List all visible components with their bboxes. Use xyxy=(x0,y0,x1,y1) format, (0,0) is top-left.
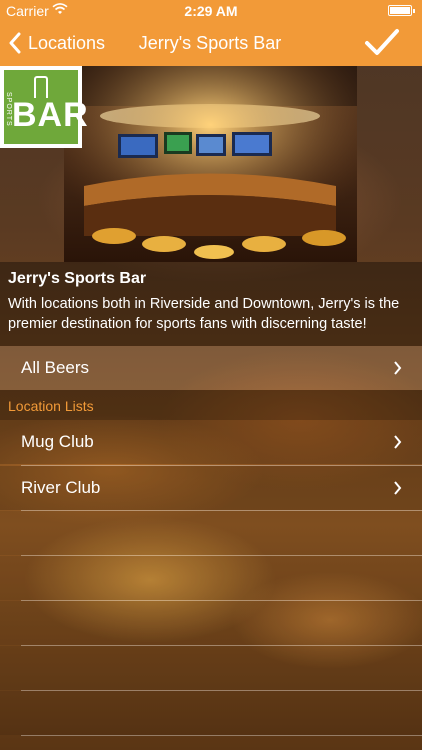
checkmark-icon xyxy=(365,29,399,55)
empty-row xyxy=(0,691,422,735)
empty-row xyxy=(0,601,422,645)
chevron-right-icon xyxy=(394,435,402,449)
page-title: Jerry's Sports Bar xyxy=(138,33,282,53)
venue-description: With locations both in Riverside and Dow… xyxy=(8,296,400,332)
list-item-label: River Club xyxy=(21,478,101,497)
all-beers-label: All Beers xyxy=(21,358,90,377)
empty-row xyxy=(0,646,422,690)
done-button[interactable] xyxy=(364,28,400,58)
venue-info: Jerry's Sports Bar With locations both i… xyxy=(0,262,422,346)
divider xyxy=(21,735,422,736)
chevron-right-icon xyxy=(394,481,402,495)
venue-photo xyxy=(64,66,357,262)
section-header: Location Lists xyxy=(0,390,422,420)
clock: 2:29 AM xyxy=(184,3,238,19)
venue-name: Jerry's Sports Bar xyxy=(8,270,147,287)
venue-logo: SPORTS BAR xyxy=(0,66,88,148)
empty-row xyxy=(0,511,422,555)
list-item-mug-club[interactable]: Mug Club xyxy=(0,420,422,464)
logo-letters: BAR xyxy=(12,96,89,134)
list-item-river-club[interactable]: River Club xyxy=(0,466,422,510)
logo-side-text: SPORTS xyxy=(5,92,12,127)
back-button[interactable]: Locations xyxy=(8,28,105,58)
navigation-bar: Locations Jerry's Sports Bar xyxy=(0,20,422,66)
battery-icon xyxy=(388,5,415,16)
list-item-label: Mug Club xyxy=(21,432,94,451)
all-beers-row[interactable]: All Beers xyxy=(0,346,422,390)
chevron-left-icon xyxy=(9,32,21,54)
empty-row xyxy=(0,556,422,600)
chevron-right-icon xyxy=(394,361,402,375)
back-button-label: Locations xyxy=(28,32,106,53)
status-bar: Carrier 2:29 AM xyxy=(0,0,422,20)
